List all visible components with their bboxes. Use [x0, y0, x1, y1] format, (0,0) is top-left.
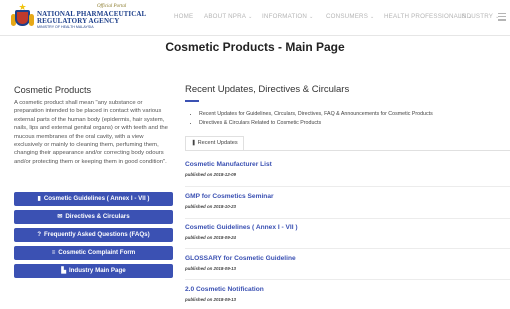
divider	[185, 186, 510, 187]
agency-name-line2: REGULATORY AGENCY	[37, 17, 120, 25]
complaint-form-label: Cosmetic Complaint Form	[58, 249, 136, 256]
recent-updates-heading: Recent Updates, Directives & Circulars	[185, 84, 350, 95]
official-portal-label: Official Portal	[97, 4, 127, 9]
industry-main-page-label: Industry Main Page	[68, 267, 126, 274]
nav-about-npra[interactable]: ABOUT NPRA ⌄	[204, 13, 253, 20]
update-date: published on 2018-10-23	[185, 204, 236, 209]
tab-icon: ❚	[191, 140, 196, 146]
nav-consumers[interactable]: CONSUMERS ⌄	[326, 13, 374, 20]
tab-divider	[185, 150, 510, 151]
tab-recent-updates[interactable]: ❚ Recent Updates	[185, 136, 244, 151]
industry-main-page-button[interactable]: ▙ Industry Main Page	[14, 264, 173, 278]
divider	[185, 279, 510, 280]
list-icon: ≡	[51, 250, 56, 256]
tab-label: Recent Updates	[197, 140, 238, 146]
heading-underline	[185, 100, 199, 102]
cosmetic-guidelines-label: Cosmetic Guidelines ( Annex I - VII )	[43, 195, 150, 202]
update-date: published on 2018-09-13	[185, 297, 236, 302]
ministry-name: MINISTRY OF HEALTH MALAYSIA	[37, 25, 94, 29]
section-bullets: Recent Updates for Guidelines, Circulars…	[193, 110, 433, 127]
crest-tiger-right	[29, 14, 34, 26]
crest-star-icon: ★	[18, 3, 27, 13]
chevron-down-icon: ⌄	[370, 14, 375, 20]
update-item[interactable]: Cosmetic Guidelines ( Annex I - VII ) pu…	[185, 224, 510, 240]
chevron-down-icon: ⌄	[248, 14, 253, 20]
nav-consumers-label: CONSUMERS	[326, 13, 369, 20]
update-item[interactable]: GLOSSARY for Cosmetic Guideline publishe…	[185, 255, 510, 271]
directives-circulars-button[interactable]: ✉ Directives & Circulars	[14, 210, 173, 224]
nav-industry[interactable]: INDUSTRY⌄	[460, 13, 500, 20]
bullet-item: Recent Updates for Guidelines, Circulars…	[199, 110, 433, 119]
industry-icon: ▙	[61, 268, 66, 274]
update-date: published on 2018-09-13	[185, 266, 236, 271]
directives-circulars-label: Directives & Circulars	[65, 213, 130, 220]
nav-home[interactable]: HOME	[174, 13, 193, 20]
faq-label: Frequently Asked Questions (FAQs)	[44, 231, 150, 238]
bullet-item: Directives & Circulars Related to Cosmet…	[199, 119, 433, 128]
top-navbar: ★ Official Portal NATIONAL PHARMACEUTICA…	[0, 0, 510, 36]
sidebar-title: Cosmetic Products	[14, 85, 92, 95]
question-icon: ?	[37, 232, 41, 238]
chevron-down-icon: ⌄	[309, 14, 314, 20]
page-title: Cosmetic Products - Main Page	[165, 40, 345, 54]
update-item[interactable]: Cosmetic Manufacturer List published on …	[185, 161, 510, 177]
update-title-link[interactable]: GMP for Cosmetics Seminar	[185, 193, 510, 200]
envelope-icon: ✉	[57, 214, 63, 220]
divider	[185, 248, 510, 249]
update-date: published on 2018-12-09	[185, 172, 236, 177]
update-title-link[interactable]: GLOSSARY for Cosmetic Guideline	[185, 255, 510, 262]
sidebar-description: A cosmetic product shall mean "any subst…	[14, 100, 168, 165]
cosmetic-guidelines-button[interactable]: ▮ Cosmetic Guidelines ( Annex I - VII )	[14, 192, 173, 206]
complaint-form-button[interactable]: ≡ Cosmetic Complaint Form	[14, 246, 173, 260]
coat-of-arms-logo[interactable]: ★	[11, 3, 34, 30]
nav-information-label: INFORMATION	[262, 13, 308, 20]
hamburger-icon[interactable]	[498, 13, 506, 21]
update-item[interactable]: 2.0 Cosmetic Notification published on 2…	[185, 286, 510, 302]
update-date: published on 2018-09-24	[185, 235, 236, 240]
faq-button[interactable]: ? Frequently Asked Questions (FAQs)	[14, 228, 173, 242]
update-item[interactable]: GMP for Cosmetics Seminar published on 2…	[185, 193, 510, 209]
update-title-link[interactable]: Cosmetic Manufacturer List	[185, 161, 510, 168]
divider	[185, 218, 510, 219]
nav-home-label: HOME	[174, 13, 194, 20]
update-title-link[interactable]: Cosmetic Guidelines ( Annex I - VII )	[185, 224, 510, 231]
nav-health-professionals-label: HEALTH PROFESSIONALS	[384, 13, 466, 20]
nav-about-label: ABOUT NPRA	[204, 13, 247, 20]
nav-information[interactable]: INFORMATION ⌄	[262, 13, 313, 20]
book-icon: ▮	[37, 196, 41, 202]
nav-industry-label: INDUSTRY	[460, 13, 494, 20]
update-title-link[interactable]: 2.0 Cosmetic Notification	[185, 286, 510, 293]
